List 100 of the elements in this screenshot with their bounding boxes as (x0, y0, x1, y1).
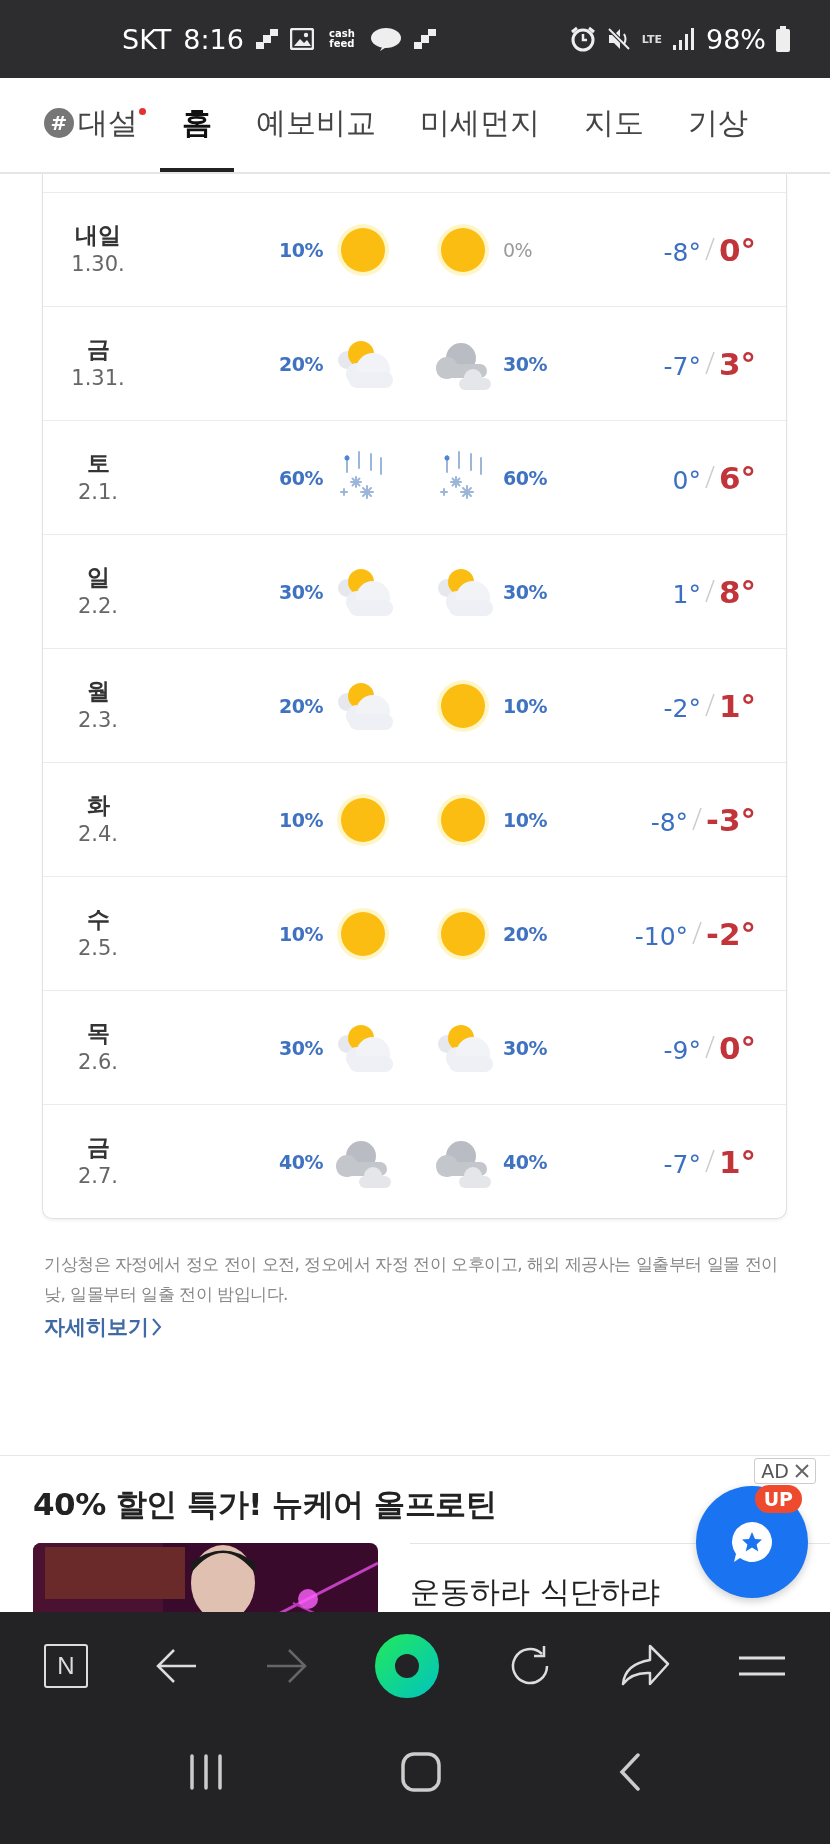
precipitation-chance: 20% (279, 352, 323, 375)
high-temperature: 0° (718, 231, 756, 268)
network-type: LTE (641, 32, 662, 46)
day-label: 목 (86, 1018, 110, 1048)
slash-divider-icon (704, 692, 715, 717)
steps-icon (413, 29, 436, 49)
high-temperature: -3° (706, 801, 756, 838)
low-temperature: -2° (663, 693, 701, 723)
day-label: 월 (86, 676, 110, 706)
mute-icon (605, 26, 632, 52)
recent-apps-icon[interactable] (188, 1754, 225, 1790)
image-icon (289, 28, 314, 50)
precipitation-chance: 10% (279, 922, 323, 945)
chat-button[interactable] (696, 1486, 808, 1598)
precipitation-chance: 40% (503, 1150, 548, 1173)
low-temperature: 0° (672, 465, 701, 495)
precipitation-chance: 60% (503, 466, 548, 489)
speech-bubble-icon (369, 27, 402, 51)
high-temperature: 3° (718, 345, 756, 382)
day-label: 화 (86, 790, 110, 820)
tab[interactable]: 미세먼지 (398, 78, 562, 172)
precipitation-chance: 30% (503, 580, 548, 603)
battery-level: 98% (706, 23, 766, 55)
battery-icon (776, 26, 790, 52)
slash-divider-icon (704, 464, 715, 489)
home-button[interactable]: N (43, 1644, 88, 1688)
tab[interactable]: 홈 (160, 78, 234, 172)
precipitation-chance: 30% (503, 1036, 548, 1059)
steps-icon (255, 29, 278, 49)
tab[interactable]: 지도 (562, 78, 666, 172)
ad-label[interactable]: AD (754, 1458, 816, 1484)
ring-icon[interactable] (374, 1634, 439, 1698)
app-label: cash feed (328, 29, 356, 49)
chevron-right-icon (152, 1318, 162, 1336)
signal-icon (672, 28, 696, 50)
hash-icon: # (44, 108, 74, 138)
precipitation-chance: 0% (503, 238, 534, 261)
precipitation-chance: 10% (503, 808, 548, 831)
slash-divider-icon (692, 806, 703, 831)
slash-divider-icon (692, 920, 703, 945)
precipitation-chance: 20% (279, 694, 323, 717)
date-label: 1.30. (71, 250, 125, 278)
precipitation-chance: 10% (279, 238, 323, 261)
slash-divider-icon (704, 350, 715, 375)
tab[interactable]: # 대설 (44, 78, 160, 172)
day-label: 수 (86, 904, 110, 934)
date-label: 2.4. (77, 820, 119, 848)
ad-headline[interactable]: 운동하라 식단하랴 (410, 1572, 660, 1612)
day-label: 금 (86, 1132, 110, 1162)
precipitation-chance: 30% (279, 580, 323, 603)
high-temperature: 0° (718, 1029, 756, 1066)
high-temperature: -2° (706, 915, 756, 952)
home-icon[interactable] (401, 1752, 441, 1792)
menu-icon[interactable] (738, 1656, 787, 1676)
precipitation-chance: 30% (503, 352, 548, 375)
clock: 8:16 (183, 23, 244, 55)
date-label: 2.3. (77, 706, 119, 734)
day-label: 금 (86, 334, 110, 364)
alarm-icon (569, 26, 596, 52)
share-icon[interactable] (620, 1644, 671, 1688)
ad-title[interactable]: 40% 할인 특가! 뉴케어 올프로틴 (33, 1484, 496, 1526)
slash-divider-icon (704, 1148, 715, 1173)
low-temperature: -7° (663, 351, 701, 381)
date-label: 1.31. (71, 364, 125, 392)
low-temperature: -10° (634, 921, 689, 951)
low-temperature: -8° (663, 237, 701, 267)
date-label: 2.7. (77, 1162, 119, 1190)
precipitation-chance: 20% (503, 922, 548, 945)
low-temperature: 1° (672, 579, 701, 609)
precipitation-chance: 60% (279, 466, 323, 489)
low-temperature: -9° (663, 1035, 701, 1065)
back-arrow-icon[interactable] (155, 1648, 198, 1684)
date-label: 2.6. (77, 1048, 119, 1076)
precipitation-chance: 10% (503, 694, 548, 717)
tab[interactable]: 예보비교 (234, 78, 398, 172)
carrier-name: SKT (122, 23, 172, 55)
tab[interactable]: 기상 (666, 78, 770, 172)
slash-divider-icon (704, 236, 715, 261)
date-label: 2.5. (77, 934, 119, 962)
back-icon[interactable] (617, 1753, 642, 1791)
day-label: 일 (86, 562, 110, 592)
high-temperature: 1° (718, 687, 756, 724)
slash-divider-icon (704, 578, 715, 603)
low-temperature: -8° (650, 807, 689, 837)
high-temperature: 6° (718, 459, 756, 496)
precipitation-chance: 40% (279, 1150, 323, 1173)
ad-text: AD (761, 1460, 789, 1482)
date-label: 2.2. (77, 592, 119, 620)
low-temperature: -7° (663, 1149, 701, 1179)
high-temperature: 1° (718, 1143, 756, 1180)
more-link[interactable]: 자세히보기 (44, 1313, 162, 1341)
new-dot (139, 108, 146, 115)
precipitation-chance: 30% (279, 1036, 323, 1059)
slash-divider-icon (704, 1034, 715, 1059)
date-label: 2.1. (77, 478, 119, 506)
up-badge: UP (754, 1485, 802, 1513)
precipitation-chance: 10% (279, 808, 323, 831)
footnote: 기상청은 자정에서 정오 전이 오전, 정오에서 자정 전이 오후이고, 해외 제공사는 일출부터 일몰 전이 낮, 일몰부터 일출 전이 밤입니다. (43, 1253, 779, 1306)
high-temperature: 8° (718, 573, 756, 610)
close-icon[interactable] (795, 1464, 809, 1478)
